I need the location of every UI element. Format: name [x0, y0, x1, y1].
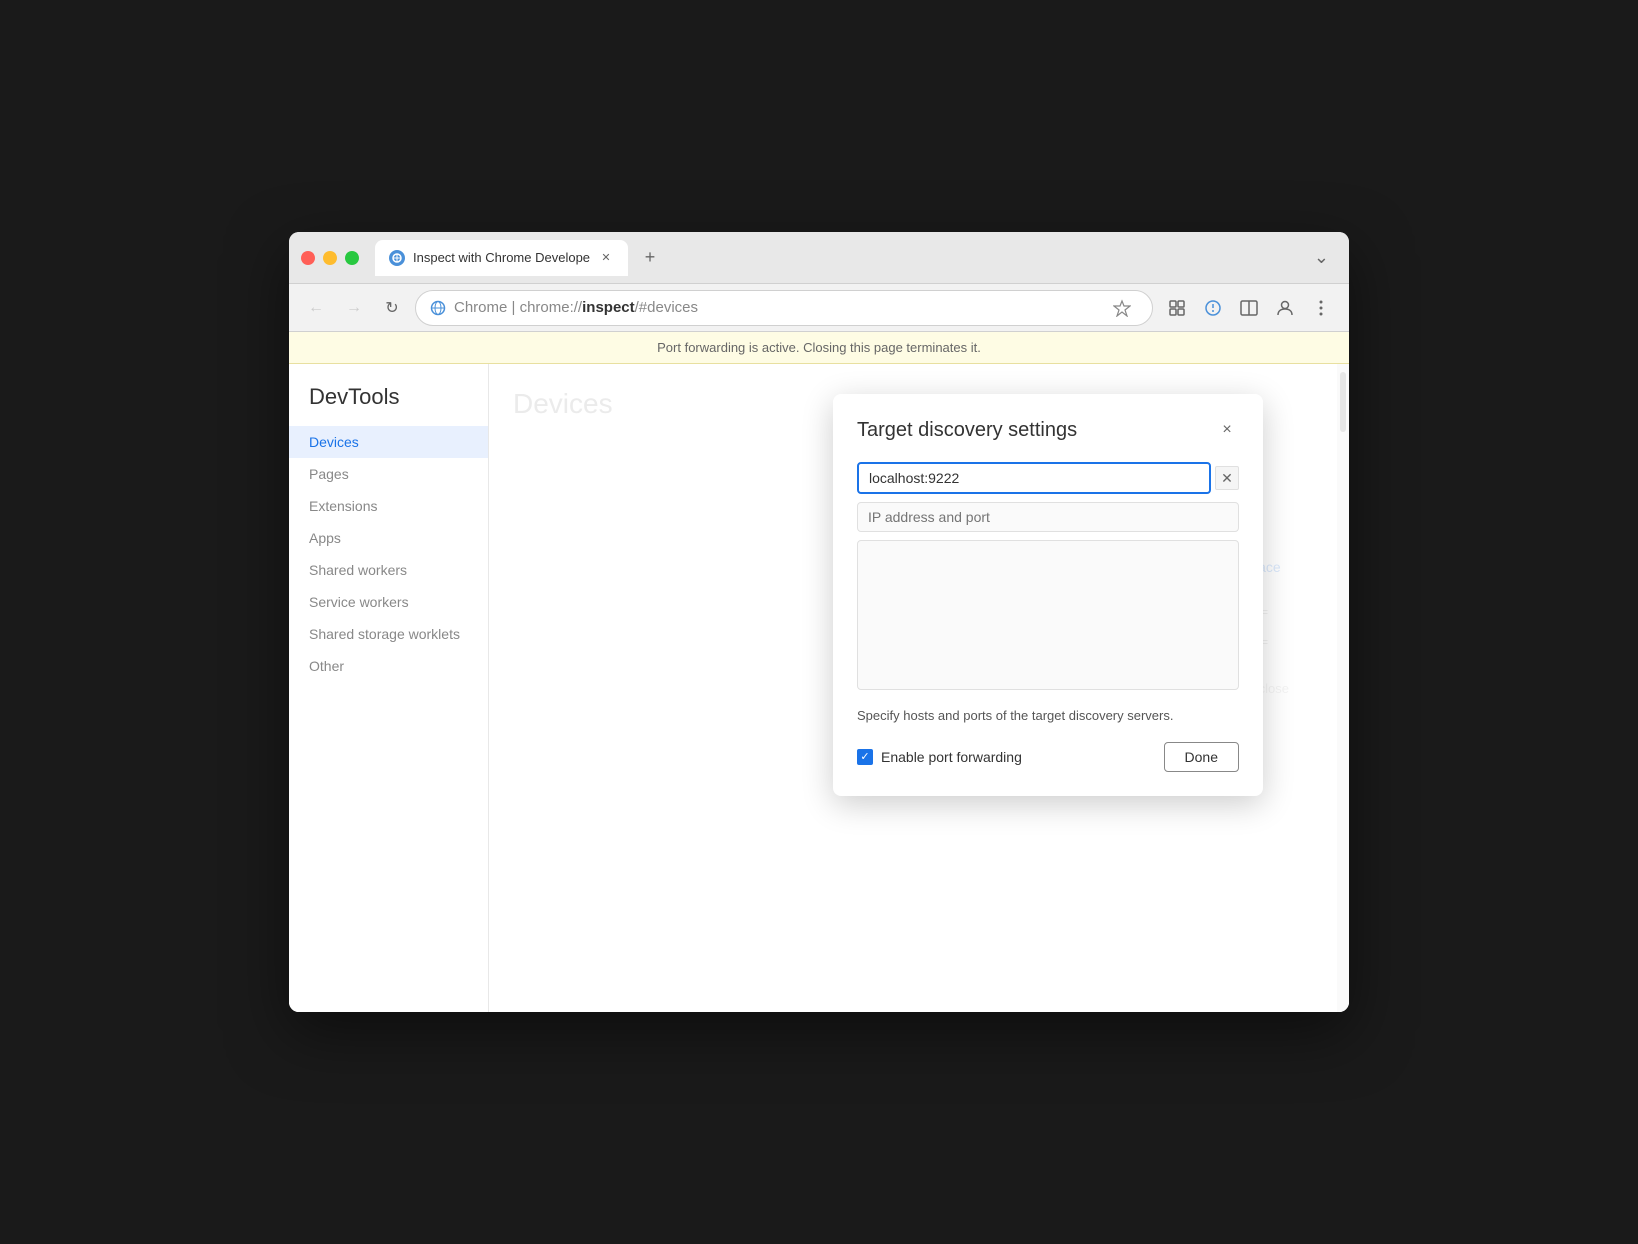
- dialog-placeholder-row: [857, 502, 1239, 532]
- dialog-placeholder-input[interactable]: [857, 502, 1239, 532]
- tab-bar: Inspect with Chrome Develope ✕ + ⌄: [375, 240, 1337, 276]
- forward-button[interactable]: →: [339, 293, 369, 323]
- enable-port-forwarding-checkbox[interactable]: ✓: [857, 749, 873, 765]
- dialog-textarea-area: [857, 540, 1239, 690]
- tab-favicon: [389, 250, 405, 266]
- maximize-button[interactable]: [345, 251, 359, 265]
- dialog-input-row: ✕: [857, 462, 1239, 494]
- sidebar-title: DevTools: [289, 384, 488, 426]
- target-discovery-dialog: Target discovery settings × ✕ Specify ho…: [833, 394, 1263, 796]
- sidebar-item-shared-workers[interactable]: Shared workers: [289, 554, 488, 586]
- extensions-icon[interactable]: [1161, 292, 1193, 324]
- tab-title: Inspect with Chrome Develope: [413, 250, 590, 265]
- more-menu-icon[interactable]: [1305, 292, 1337, 324]
- profile-icon[interactable]: [1269, 292, 1301, 324]
- enable-port-forwarding-label: Enable port forwarding: [881, 749, 1022, 765]
- sidebar-item-shared-storage-worklets[interactable]: Shared storage worklets: [289, 618, 488, 650]
- sidebar-item-apps[interactable]: Apps: [289, 522, 488, 554]
- dialog-host-input[interactable]: [857, 462, 1211, 494]
- dialog-title: Target discovery settings: [857, 419, 1077, 442]
- info-banner: Port forwarding is active. Closing this …: [289, 332, 1349, 364]
- back-button[interactable]: ←: [301, 293, 331, 323]
- address-bar[interactable]: Chrome | chrome://inspect/#devices: [415, 290, 1153, 326]
- minimize-button[interactable]: [323, 251, 337, 265]
- new-tab-button[interactable]: +: [636, 244, 664, 272]
- dialog-description: Specify hosts and ports of the target di…: [857, 706, 1239, 726]
- sidebar-item-other[interactable]: Other: [289, 650, 488, 682]
- done-button[interactable]: Done: [1164, 742, 1239, 772]
- sidebar-item-pages[interactable]: Pages: [289, 458, 488, 490]
- sidebar-item-extensions[interactable]: Extensions: [289, 490, 488, 522]
- enable-port-forwarding-row[interactable]: ✓ Enable port forwarding: [857, 749, 1022, 765]
- sidebar-item-service-workers[interactable]: Service workers: [289, 586, 488, 618]
- info-banner-text: Port forwarding is active. Closing this …: [657, 340, 981, 355]
- nav-bar: ← → ↻ Chrome | chrome://inspect/#devices: [289, 284, 1349, 332]
- content-area: DevTools Devices Pages Extensions Apps S…: [289, 364, 1349, 1012]
- bookmark-icon[interactable]: [1106, 292, 1138, 324]
- split-screen-icon[interactable]: [1233, 292, 1265, 324]
- browser-window: Inspect with Chrome Develope ✕ + ⌄ ← → ↻…: [289, 232, 1349, 1012]
- title-bar: Inspect with Chrome Develope ✕ + ⌄: [289, 232, 1349, 284]
- address-bar-text: Chrome | chrome://inspect/#devices: [454, 299, 1098, 316]
- nav-actions: [1161, 292, 1337, 324]
- devtools-icon[interactable]: [1197, 292, 1229, 324]
- address-bar-icon: [430, 300, 446, 316]
- tab-close-button[interactable]: ✕: [598, 250, 614, 266]
- refresh-button[interactable]: ↻: [377, 293, 407, 323]
- tab-overflow-button[interactable]: ⌄: [1306, 243, 1337, 272]
- close-button[interactable]: [301, 251, 315, 265]
- sidebar-item-devices[interactable]: Devices: [289, 426, 488, 458]
- active-tab[interactable]: Inspect with Chrome Develope ✕: [375, 240, 628, 276]
- dialog-close-button[interactable]: ×: [1215, 418, 1239, 442]
- dialog-footer: ✓ Enable port forwarding Done: [857, 742, 1239, 772]
- input-clear-button[interactable]: ✕: [1215, 466, 1239, 490]
- dialog-header: Target discovery settings ×: [857, 418, 1239, 442]
- traffic-lights: [301, 251, 359, 265]
- sidebar: DevTools Devices Pages Extensions Apps S…: [289, 364, 489, 1012]
- main-content: Devices rwarding... ure... Open ⓘ trace …: [489, 364, 1349, 1012]
